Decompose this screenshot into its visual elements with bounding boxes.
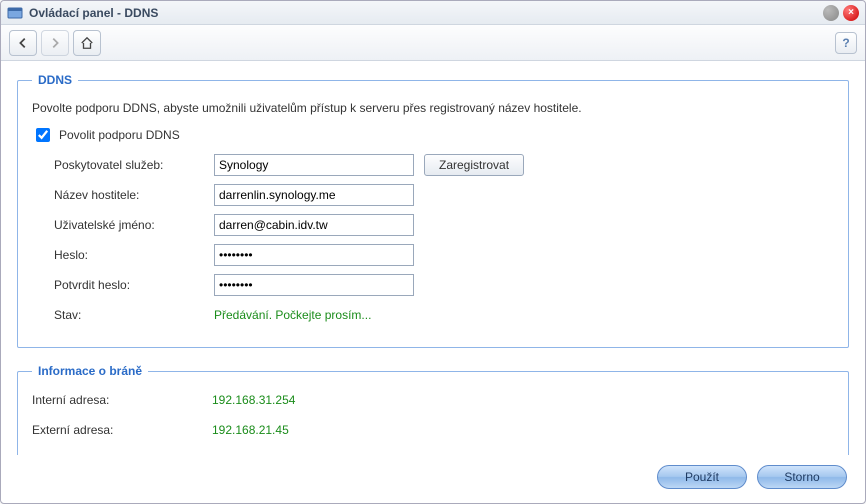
app-icon [7,5,23,21]
minimize-button[interactable] [823,5,839,21]
ddns-fieldset: DDNS Povolte podporu DDNS, abyste umožni… [17,73,849,348]
window-controls: × [823,5,859,21]
status-value: Předávání. Počkejte prosím... [214,308,371,322]
enable-ddns-checkbox[interactable] [36,128,50,142]
back-button[interactable] [9,30,37,56]
username-label: Uživatelské jméno: [54,218,214,232]
hostname-label: Název hostitele: [54,188,214,202]
apply-button[interactable]: Použít [657,465,747,489]
external-address-value: 192.168.21.45 [212,423,289,437]
window-title: Ovládací panel - DDNS [29,6,823,20]
hostname-input[interactable] [214,184,414,206]
confirm-password-input[interactable] [214,274,414,296]
username-input[interactable] [214,214,414,236]
enable-ddns-label: Povolit podporu DDNS [59,128,180,142]
titlebar: Ovládací panel - DDNS × [1,1,865,25]
help-button[interactable]: ? [835,32,857,54]
home-button[interactable] [73,30,101,56]
status-label: Stav: [54,308,214,322]
content-area: DDNS Povolte podporu DDNS, abyste umožni… [1,61,865,455]
forward-button[interactable] [41,30,69,56]
password-input[interactable] [214,244,414,266]
control-panel-window: Ovládací panel - DDNS × ? DDNS Povolte p… [0,0,866,504]
gateway-fieldset: Informace o bráně Interní adresa: 192.16… [17,364,849,455]
external-address-label: Externí adresa: [32,423,212,437]
confirm-password-label: Potvrdit heslo: [54,278,214,292]
internal-address-value: 192.168.31.254 [212,393,295,407]
provider-label: Poskytovatel služeb: [54,158,214,172]
cancel-button[interactable]: Storno [757,465,847,489]
provider-select[interactable]: Synology [214,154,414,176]
password-label: Heslo: [54,248,214,262]
footer-buttons: Použít Storno [1,455,865,503]
ddns-legend: DDNS [32,73,78,87]
ddns-description: Povolte podporu DDNS, abyste umožnili už… [32,101,834,115]
toolbar: ? [1,25,865,61]
internal-address-label: Interní adresa: [32,393,212,407]
enable-ddns-row: Povolit podporu DDNS [32,125,834,145]
close-button[interactable]: × [843,5,859,21]
gateway-legend: Informace o bráně [32,364,148,378]
register-button[interactable]: Zaregistrovat [424,154,524,176]
